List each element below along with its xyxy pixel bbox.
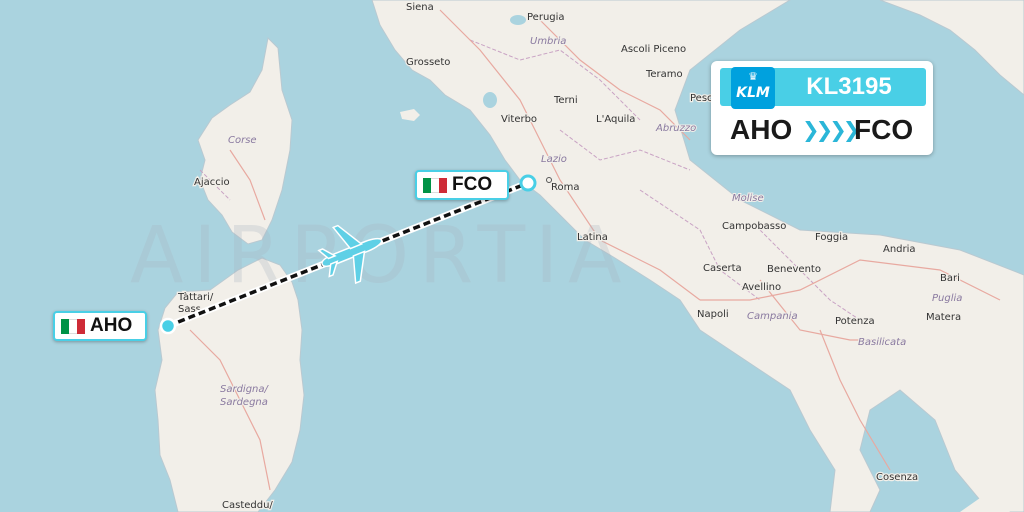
destination-airport-tag[interactable]: FCO <box>415 170 509 200</box>
origin-airport-marker[interactable] <box>159 317 177 335</box>
flight-number: KL3195 <box>806 73 892 100</box>
label-grosseto: Grosseto <box>406 57 450 68</box>
origin-code: AHO <box>90 315 133 336</box>
italy-flag-icon <box>423 178 447 193</box>
label-sardegna: Sardigna/ <box>220 384 270 395</box>
klm-logo: ♛ KLM <box>731 67 775 109</box>
route-destination: FCO <box>854 114 914 145</box>
airline-logo-text: KLM <box>736 85 770 101</box>
label-perugia: Perugia <box>527 12 565 23</box>
label-andria: Andria <box>883 244 916 255</box>
watermark: AIRPORTIA <box>130 211 632 301</box>
route-arrows-icon: ❯❯❯❯ <box>802 118 860 142</box>
lake-bolsena <box>483 92 497 108</box>
label-matera: Matera <box>926 312 961 323</box>
label-napoli: Napoli <box>697 309 729 320</box>
label-lazio: Lazio <box>541 154 567 165</box>
flight-info-card[interactable]: ♛ KLM KL3195 AHO ❯❯❯❯ FCO <box>711 61 933 155</box>
label-latina: Latina <box>577 232 608 243</box>
label-sardegna-2: Sardegna <box>220 397 268 408</box>
route-origin: AHO <box>730 114 793 145</box>
label-roma: Roma <box>551 182 580 193</box>
label-laquila: L'Aquila <box>596 114 635 125</box>
label-puglia: Puglia <box>932 293 962 304</box>
label-ascoli-piceno: Ascoli Piceno <box>621 44 686 55</box>
label-teramo: Teramo <box>645 69 683 80</box>
label-abruzzo: Abruzzo <box>655 123 696 134</box>
label-cosenza: Cosenza <box>876 472 918 483</box>
label-siena: Siena <box>406 2 434 13</box>
label-sassari: Tàttari/ <box>177 291 214 303</box>
crown-icon: ♛ <box>748 70 758 83</box>
italy-flag-icon <box>61 319 85 334</box>
label-benevento: Benevento <box>767 264 821 275</box>
label-foggia: Foggia <box>815 232 848 243</box>
origin-airport-tag[interactable]: AHO <box>53 311 147 341</box>
label-molise: Molise <box>732 193 764 204</box>
label-pescara: Pesc <box>690 93 713 104</box>
label-corse: Corse <box>228 135 257 146</box>
label-ajaccio: Ajaccio <box>194 177 230 188</box>
label-viterbo: Viterbo <box>501 114 537 125</box>
label-terni: Terni <box>553 95 578 106</box>
label-umbria: Umbria <box>530 36 566 47</box>
lake-trasimeno <box>510 15 526 25</box>
label-cagliari: Casteddu/ <box>222 500 273 511</box>
label-basilicata: Basilicata <box>858 337 906 348</box>
label-avellino: Avellino <box>742 282 781 293</box>
destination-airport-marker[interactable] <box>519 174 537 192</box>
label-potenza: Potenza <box>835 316 875 327</box>
label-campania: Campania <box>747 311 798 322</box>
label-campobasso: Campobasso <box>722 221 786 232</box>
route-summary: AHO ❯❯❯❯ FCO <box>711 111 933 149</box>
destination-code: FCO <box>452 174 493 195</box>
label-caserta: Caserta <box>703 263 742 274</box>
label-bari: Bari <box>940 273 960 284</box>
